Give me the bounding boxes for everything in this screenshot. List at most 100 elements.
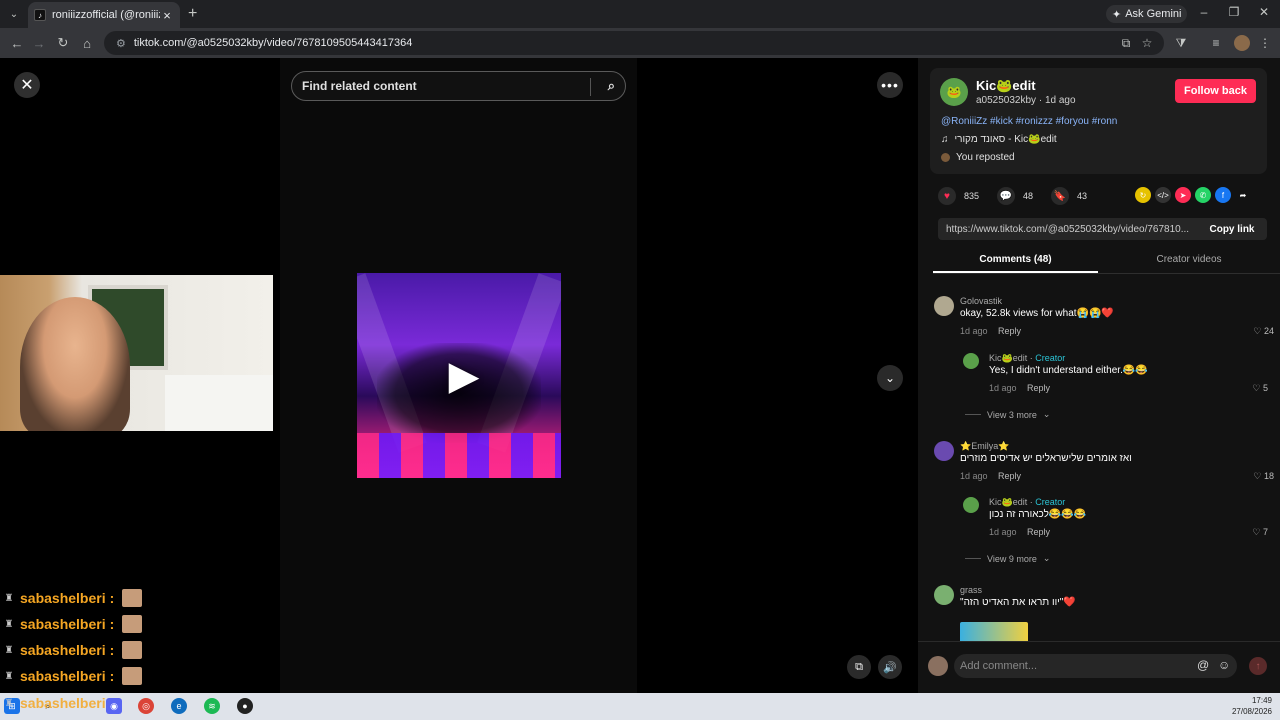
chat-line: ♜ sabashelberi : [2, 588, 143, 608]
profile-avatar[interactable] [1234, 35, 1250, 51]
whatsapp-icon[interactable]: ✆ [1195, 187, 1211, 203]
restore-icon[interactable]: ❐ [1224, 5, 1244, 19]
add-comment-input[interactable]: Add comment... [954, 654, 1237, 678]
volume-icon[interactable]: 🔊 [878, 655, 902, 679]
commenter-avatar[interactable] [934, 441, 954, 461]
address-bar[interactable]: ⚙ tiktok.com/@a0525032kby/video/76781095… [104, 31, 1164, 55]
chat-line: ♜ sabashelberi [2, 693, 106, 713]
chrome-menu-icon[interactable]: ⋮ [1257, 35, 1273, 51]
back-icon[interactable]: ← [8, 34, 26, 52]
follow-back-button[interactable]: Follow back [1175, 79, 1256, 103]
reply-author: Kic🐸edit [989, 497, 1028, 507]
commenter-name[interactable]: Golovastik [960, 296, 1002, 306]
site-info-icon[interactable]: ⚙ [116, 37, 126, 50]
like-heart-icon[interactable]: ♥ [938, 187, 956, 205]
search-icon[interactable]: ⌕ [608, 78, 615, 94]
commenter-avatar[interactable] [934, 296, 954, 316]
commenter-avatar[interactable] [963, 497, 979, 513]
comment-gif-thumbnail[interactable] [960, 622, 1028, 641]
discord-icon[interactable]: ◉ [106, 698, 122, 714]
browser-tab[interactable]: ♪ roniiizzofficial (@roniiizzofficial) × [28, 2, 180, 28]
home-icon[interactable]: ⌂ [78, 34, 96, 52]
obs-icon[interactable]: ● [237, 698, 253, 714]
post-description[interactable]: @RoniiiZz #kick #ronizzz #foryou #ronn [941, 116, 1117, 127]
author-avatar[interactable]: 🐸 [940, 78, 968, 106]
view-more-label: View 9 more [987, 553, 1037, 564]
copy-link-button[interactable]: Copy link [1197, 224, 1267, 235]
next-video-button[interactable]: ⌄ [877, 365, 903, 391]
comment-item: grass "יוו תראו את האדיט הזה"❤️ [934, 585, 1274, 615]
reply-button[interactable]: Reply [1027, 527, 1050, 537]
send-to-friends-icon[interactable]: ➤ [1175, 187, 1191, 203]
tab-creator-videos[interactable]: Creator videos [1098, 248, 1280, 273]
commenter-name[interactable]: Kic🐸edit · Creator [989, 497, 1065, 508]
chat-badge-icon: ♜ [4, 592, 14, 604]
comment-like[interactable]: ♡ 24 [1253, 326, 1274, 337]
media-controls-icon[interactable]: ≡ [1208, 35, 1224, 51]
mention-icon[interactable]: @ [1197, 658, 1209, 672]
tab-search-button[interactable]: ⌄ [4, 4, 24, 24]
ask-gemini-button[interactable]: ✦ Ask Gemini [1106, 5, 1188, 23]
close-video-button[interactable]: ✕ [14, 72, 40, 98]
chevron-down-icon: ⌄ [1042, 553, 1051, 563]
emoji-icon[interactable]: ☺ [1218, 658, 1230, 672]
floating-player-icon[interactable]: ⧉ [847, 655, 871, 679]
comment-like[interactable]: ♡ 7 [1252, 527, 1268, 538]
comments-list: Golovastik okay, 52.8k views for what😭😭❤… [918, 286, 1280, 641]
embed-icon[interactable]: </> [1155, 187, 1171, 203]
extensions-icon[interactable]: ⧩ [1173, 35, 1189, 51]
commenter-avatar[interactable] [963, 353, 979, 369]
dance-floor [357, 433, 561, 478]
facebook-icon[interactable]: f [1215, 187, 1231, 203]
view-more-replies[interactable]: View 9 more ⌄ [965, 553, 1050, 564]
comment-like[interactable]: ♡ 18 [1253, 471, 1274, 482]
bookmark-star-icon[interactable]: ☆ [1139, 35, 1155, 51]
video-details-panel: 🐸 Kic🐸edit a0525032kby · 1d ago Follow b… [918, 58, 1280, 693]
send-comment-icon[interactable]: ↑ [1249, 657, 1267, 675]
forward-icon[interactable]: → [30, 34, 48, 52]
share-arrow-icon[interactable]: ➦ [1235, 187, 1251, 203]
edge-icon[interactable]: e [171, 698, 187, 714]
reply-button[interactable]: Reply [998, 326, 1021, 336]
commenter-name[interactable]: ⭐Emilya⭐ [960, 441, 1009, 452]
author-name[interactable]: Kic🐸edit [976, 78, 1036, 94]
view-more-label: View 3 more [987, 409, 1037, 420]
commenter-name[interactable]: Kic🐸edit · Creator [989, 353, 1065, 364]
view-more-replies[interactable]: View 3 more ⌄ [965, 409, 1050, 420]
more-options-button[interactable]: ••• [877, 72, 903, 98]
share-row: ↻ </> ➤ ✆ f ➦ [1135, 187, 1251, 203]
reload-icon[interactable]: ↻ [54, 34, 72, 52]
reply-button[interactable]: Reply [1027, 383, 1050, 393]
comment-time: 1d ago [989, 527, 1017, 537]
new-tab-button[interactable]: + [188, 5, 197, 23]
room-bed [165, 375, 273, 431]
music-row[interactable]: ♫ סאונד מקורי - Kic🐸edit [941, 134, 1057, 145]
heart-outline-icon: ♡ [1252, 527, 1263, 537]
tab-comments[interactable]: Comments (48) [933, 248, 1098, 273]
chrome-icon[interactable]: ◎ [138, 698, 154, 714]
play-icon[interactable]: ▶ [444, 354, 484, 398]
reply-button[interactable]: Reply [998, 471, 1021, 481]
reply-author: Kic🐸edit [989, 353, 1028, 363]
chat-emote [122, 667, 143, 685]
window-close-icon[interactable]: ✕ [1254, 5, 1274, 19]
minimize-icon[interactable]: – [1194, 5, 1214, 19]
commenter-avatar[interactable] [934, 585, 954, 605]
comment-icon[interactable]: 💬 [997, 187, 1016, 205]
related-search-input[interactable]: Find related content ⌕ [291, 71, 626, 101]
commenter-name[interactable]: grass [960, 585, 982, 595]
panel-tabs: Comments (48) Creator videos [933, 248, 1280, 274]
spotify-icon[interactable]: ≋ [204, 698, 220, 714]
repost-icon[interactable]: ↻ [1135, 187, 1151, 203]
streamer-figure [20, 297, 130, 431]
comment-like[interactable]: ♡ 5 [1252, 383, 1268, 394]
taskbar-clock[interactable]: 17:49 27/08/2026 [1232, 695, 1272, 717]
comment-text: "יוו תראו את האדיט הזה"❤️ [960, 597, 1076, 608]
comment-item: ⭐Emilya⭐ ואז אומרים שלישראלים יש אדיסים … [934, 441, 1274, 485]
close-tab-icon[interactable]: × [160, 8, 174, 23]
install-app-icon[interactable]: ⧉ [1118, 35, 1134, 51]
share-link-text[interactable]: https://www.tiktok.com/@a0525032kby/vide… [938, 224, 1197, 235]
share-link-row: https://www.tiktok.com/@a0525032kby/vide… [938, 218, 1267, 240]
comment-text: ואז אומרים שלישראלים יש אדיסים מוזרים [960, 453, 1132, 464]
bookmark-icon[interactable]: 🔖 [1051, 187, 1070, 205]
